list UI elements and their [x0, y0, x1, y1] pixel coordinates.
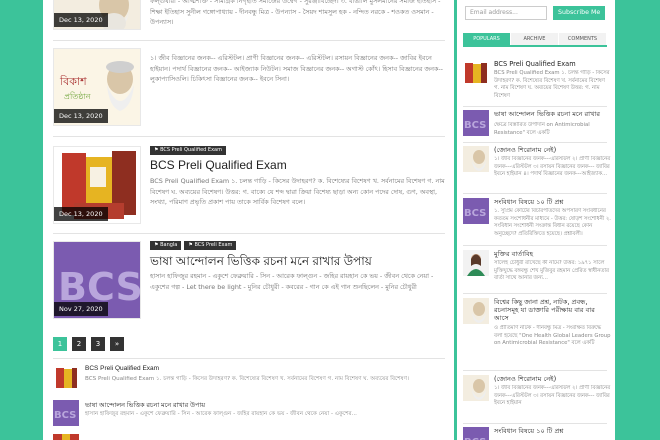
post-card: বিকাশ প্রতিষ্ঠান Dec 13, 2020 ১। জীব বিজ…: [53, 48, 448, 130]
post-thumbnail[interactable]: বিকাশ প্রতিষ্ঠান Dec 13, 2020: [53, 48, 141, 126]
page-2-button[interactable]: 2: [72, 337, 86, 351]
post-date: Dec 13, 2020: [54, 207, 108, 221]
divider: [53, 40, 445, 41]
divider: [463, 293, 607, 294]
post-thumbnail[interactable]: Dec 13, 2020: [53, 146, 141, 224]
post-snippet: ১। জীব বিজ্ঞানের জনক-- এরিস্টটল। প্রাণী …: [150, 54, 443, 83]
post-date: Dec 13, 2020: [54, 109, 108, 123]
popular-snippet: ১. সুপ্রিম কোর্টের বিচারপতিদের অপসারণ সং…: [494, 208, 611, 237]
post-title[interactable]: ভাষা আন্দোলন ভিত্তিক রচনা মনে রাখার উপায…: [150, 253, 372, 273]
related-thumbnail[interactable]: [53, 434, 79, 440]
post-snippet: ফল্গুধারা - আত্মশক্তি - সামগ্রিক নিগৃহীত…: [150, 0, 441, 26]
popular-title[interactable]: ভাষা আন্দোলন ভিত্তিক রচনা মনে রাখার উপায…: [494, 110, 611, 118]
post-thumbnail[interactable]: BCS Nov 27, 2020: [53, 241, 141, 319]
related-snippet: হাসান হাফিজুর রহমান - একুশে ফেব্রুয়ারি …: [85, 411, 357, 417]
related-title[interactable]: BCS Preli Qualified Exam: [85, 365, 159, 372]
pagination: 1 2 3 »: [53, 337, 124, 351]
post-card: BCS Nov 27, 2020 ⚑ Bangla ⚑ BCS Preli Ex…: [53, 241, 448, 326]
popular-title[interactable]: (জোনও শিরোনাম নেই): [494, 146, 611, 154]
divider: [463, 106, 607, 107]
related-post: [53, 434, 448, 440]
popular-post: (জোনও শিরোনাম নেই) ১। জীব বিজ্ঞানের জনক-…: [463, 375, 611, 419]
tab-comments[interactable]: COMMENTS: [559, 33, 607, 45]
popular-post: BCS Preli Qualified Exam BCS Preli Quali…: [463, 60, 611, 106]
popular-snippet: BCS Preli Qualified Exam ১. চলন্ত গাড়ি …: [494, 70, 610, 99]
post-date: Nov 27, 2020: [54, 302, 108, 316]
popular-post: বিশ্বের কিছু জানা প্রশ্ন, নাটক, প্রবন্ধ,…: [463, 298, 611, 360]
popular-post: BCS ভাষা আন্দোলন ভিত্তিক রচনা মনে রাখার …: [463, 110, 611, 140]
post-date: Dec 13, 2020: [54, 13, 108, 27]
tab-archive[interactable]: ARCHIVE: [511, 33, 559, 45]
post-snippet: হাসান হাফিজুর রহমান - একুশে ফেব্রুয়ারি …: [150, 272, 434, 291]
popular-snippet: ক্ষেত্রে বিস্তারিত উপাদান on Antimicrobi…: [494, 122, 590, 136]
related-thumbnail[interactable]: [53, 365, 79, 391]
popular-snippet: ১। জীব বিজ্ঞানের জনক---এরিস্টটল ২। প্রাণ…: [494, 156, 611, 177]
email-field[interactable]: Email address...: [465, 6, 547, 20]
divider: [463, 423, 607, 424]
popular-post: BCS সংবিধান বিষয়ে ১০ টি প্রশ্ন: [463, 427, 611, 440]
post-card: Dec 13, 2020 ⚑ BCS Preli Qualified Exam …: [53, 146, 448, 231]
tab-populars[interactable]: POPULARS: [463, 33, 511, 45]
divider: [463, 193, 607, 194]
related-thumbnail[interactable]: BCS: [53, 400, 79, 426]
popular-title[interactable]: সংবিধান বিষয়ে ১০ টি প্রশ্ন: [494, 427, 611, 435]
sidebar-tabs: POPULARS ARCHIVE COMMENTS: [463, 33, 607, 47]
svg-text:BCS: BCS: [54, 410, 76, 421]
popular-title[interactable]: সংবিধান বিষয়ে ১০ টি প্রশ্ন: [494, 198, 611, 206]
related-post: BCS Preli Qualified Exam BCS Preli Quali…: [53, 365, 448, 393]
popular-thumbnail[interactable]: BCS: [463, 427, 489, 440]
popular-post: BCS সংবিধান বিষয়ে ১০ টি প্রশ্ন ১. সুপ্র…: [463, 198, 611, 244]
popular-title[interactable]: বিশ্বের কিছু জানা প্রশ্ন, নাটক, প্রবন্ধ,…: [494, 298, 611, 322]
popular-snippet: ও প্রীতিমণি নাটক - দীনবন্ধু মিত্র - সংরক…: [494, 325, 611, 346]
sidebar: Email address... Subscribe Me POPULARS A…: [457, 0, 615, 440]
popular-snippet: ১। জীব বিজ্ঞানের জনক---এরিস্টটল ২। প্রাণ…: [494, 385, 611, 406]
post-card: Dec 13, 2020 ফল্গুধারা - আত্মশক্তি - সাম…: [53, 0, 448, 40]
divider: [463, 142, 607, 143]
page-1-button[interactable]: 1: [53, 337, 67, 351]
post-title[interactable]: BCS Preli Qualified Exam: [150, 158, 287, 172]
popular-snippet: সালেহ চৌধুরী রাখেছে কী নামে? উত্তর: ১৯৭১…: [494, 260, 609, 281]
svg-text:বিকাশ: বিকাশ: [59, 75, 87, 88]
popular-post: মুক্তির বার্তাবিহ সালেহ চৌধুরী রাখেছে কী…: [463, 250, 611, 290]
divider: [463, 370, 607, 371]
related-snippet: BCS Preli Qualified Exam ১. চলন্ত গাড়ি …: [85, 376, 409, 382]
popular-post: (জোনও শিরোনাম নেই) ১। জীব বিজ্ঞানের জনক-…: [463, 146, 611, 190]
popular-title[interactable]: BCS Preli Qualified Exam: [494, 60, 611, 68]
subscribe-button[interactable]: Subscribe Me: [553, 6, 606, 20]
divider: [463, 245, 607, 246]
related-post: BCS ভাষা আন্দোলন ভিত্তিক রচনা মনে রাখার …: [53, 400, 448, 428]
page-3-button[interactable]: 3: [91, 337, 105, 351]
post-tag[interactable]: ⚑ BCS Preli Qualified Exam: [150, 146, 226, 155]
popular-title[interactable]: (জোনও শিরোনাম নেই): [494, 375, 611, 383]
post-thumbnail[interactable]: Dec 13, 2020: [53, 0, 141, 30]
post-tags: ⚑ BCS Preli Qualified Exam: [150, 146, 226, 155]
svg-text:প্রতিষ্ঠান: প্রতিষ্ঠান: [64, 91, 91, 101]
post-tag[interactable]: ⚑ Bangla: [150, 241, 182, 250]
main-content: Dec 13, 2020 ফল্গুধারা - আত্মশক্তি - সাম…: [43, 0, 454, 440]
popular-title[interactable]: মুক্তির বার্তাবিহ: [494, 250, 611, 258]
divider: [53, 136, 445, 137]
post-tag[interactable]: ⚑ BCS Preli Exam: [184, 241, 237, 250]
popular-thumbnail[interactable]: [463, 298, 489, 324]
post-tags: ⚑ Bangla ⚑ BCS Preli Exam: [150, 241, 237, 250]
divider: [53, 233, 445, 234]
post-snippet: BCS Preli Qualified Exam ১. চলন্ত গাড়ি …: [150, 177, 445, 206]
divider: [53, 358, 445, 359]
subscribe-form: Email address... Subscribe Me: [465, 6, 606, 20]
next-page-button[interactable]: »: [110, 337, 124, 351]
